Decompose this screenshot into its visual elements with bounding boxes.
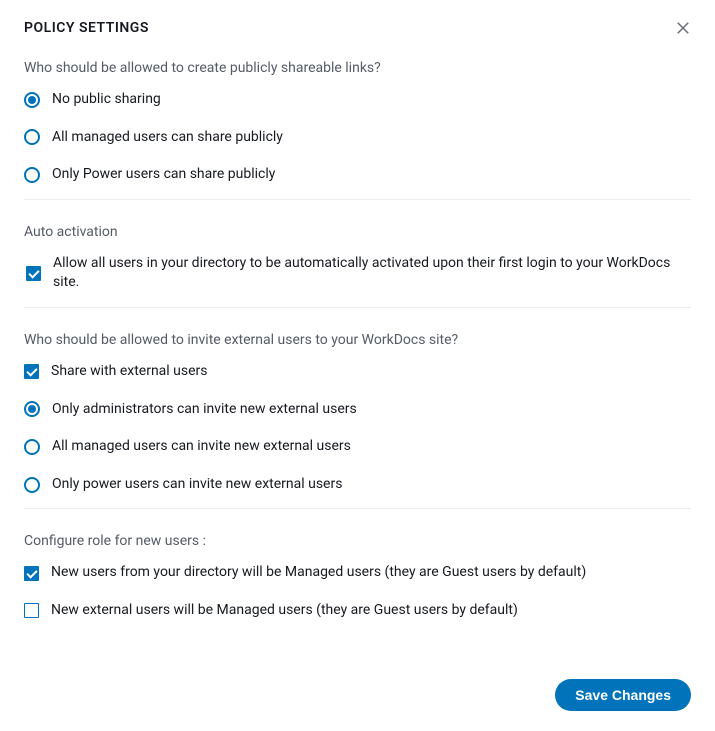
- section-new-users-role: Configure role for new users : New users…: [24, 509, 691, 634]
- save-changes-button[interactable]: Save Changes: [555, 679, 691, 711]
- checkbox-auto-activation[interactable]: [26, 266, 41, 281]
- radio-label-all-managed-share: All managed users can share publicly: [52, 128, 283, 148]
- checkbox-label-directory-managed: New users from your directory will be Ma…: [51, 563, 586, 583]
- radio-label-power-users-share: Only Power users can share publicly: [52, 165, 275, 185]
- radio-label-no-public-sharing: No public sharing: [52, 90, 161, 110]
- checkbox-directory-managed[interactable]: [24, 566, 39, 581]
- radio-all-managed-invite[interactable]: [24, 439, 40, 455]
- radio-power-users-invite[interactable]: [24, 477, 40, 493]
- external-users-question: Who should be allowed to invite external…: [24, 332, 691, 348]
- radio-no-public-sharing[interactable]: [24, 92, 40, 108]
- section-external-users: Who should be allowed to invite external…: [24, 308, 691, 509]
- radio-label-power-users-invite: Only power users can invite new external…: [52, 475, 342, 495]
- radio-label-all-managed-invite: All managed users can invite new externa…: [52, 437, 351, 457]
- close-icon: [676, 21, 690, 35]
- radio-power-users-share[interactable]: [24, 167, 40, 183]
- radio-all-managed-share[interactable]: [24, 129, 40, 145]
- new-users-role-label: Configure role for new users :: [24, 533, 691, 549]
- public-sharing-question: Who should be allowed to create publicly…: [24, 60, 691, 76]
- dialog-title: POLICY SETTINGS: [24, 20, 149, 36]
- checkbox-label-external-managed: New external users will be Managed users…: [51, 601, 518, 621]
- radio-admins-invite[interactable]: [24, 401, 40, 417]
- section-auto-activation: Auto activation Allow all users in your …: [24, 200, 691, 308]
- checkbox-external-managed[interactable]: [24, 603, 39, 618]
- radio-label-admins-invite: Only administrators can invite new exter…: [52, 400, 357, 420]
- auto-activation-label: Auto activation: [24, 224, 691, 240]
- section-public-sharing: Who should be allowed to create publicly…: [24, 36, 691, 200]
- checkbox-label-share-external: Share with external users: [51, 362, 208, 382]
- checkbox-label-auto-activation: Allow all users in your directory to be …: [53, 254, 691, 293]
- checkbox-share-external[interactable]: [24, 364, 39, 379]
- close-button[interactable]: [675, 20, 691, 36]
